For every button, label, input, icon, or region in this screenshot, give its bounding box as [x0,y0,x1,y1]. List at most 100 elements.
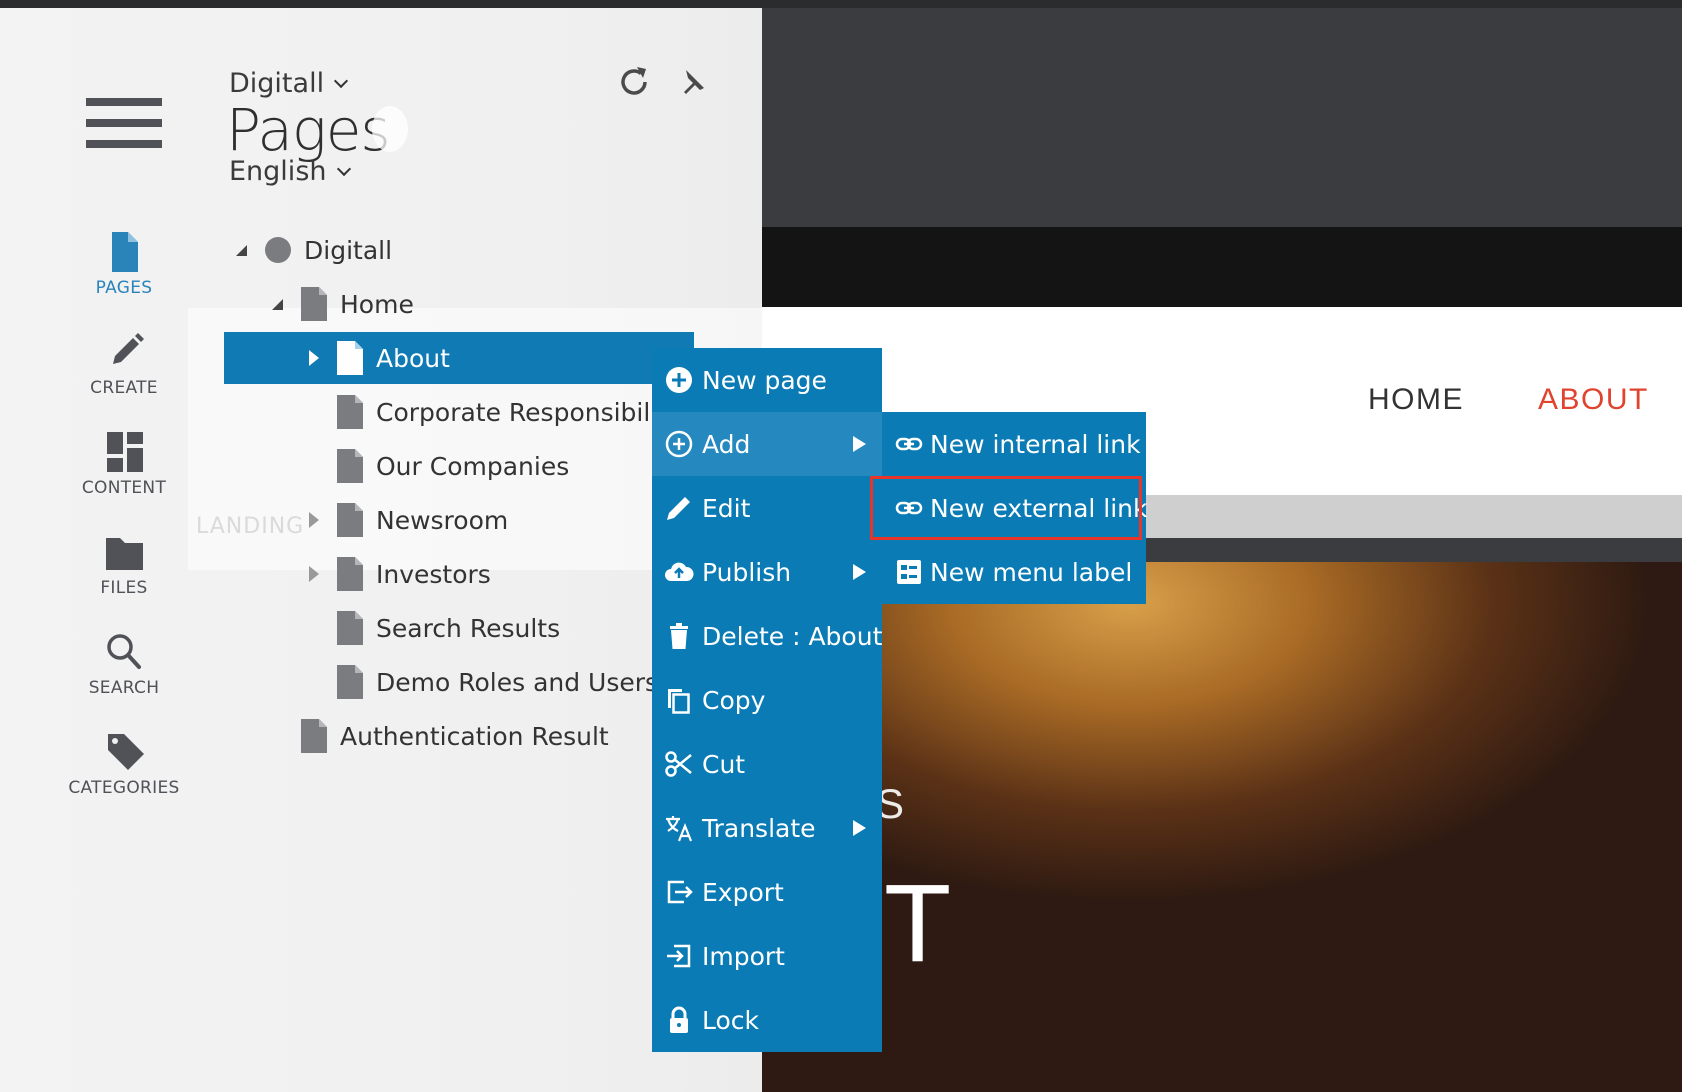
chevron-down-icon [336,161,351,177]
hamburger-menu-icon[interactable] [86,98,162,156]
sidebar-item-label: SEARCH [88,678,160,698]
page-icon [301,287,327,321]
link-icon [895,437,923,451]
tag-icon [108,734,144,770]
site-nav-home[interactable]: HOME [1368,383,1464,417]
trash-icon [670,623,688,649]
scissors-icon [665,751,692,777]
menu-label-icon [897,560,921,584]
menu-item-cut[interactable]: Cut [652,732,882,796]
page-icon [337,341,363,375]
tree-item-label: Authentication Result [340,721,609,751]
search-icon [107,634,141,669]
tree-item-label: Home [340,289,414,319]
submenu-item-new-menu-label[interactable]: New menu label [882,540,1146,604]
menu-item-translate[interactable]: Translate [652,796,882,860]
tree-item-authentication-result[interactable]: Authentication Result [300,710,609,762]
sidebar-item-create[interactable]: CREATE [40,330,208,398]
pencil-icon [113,333,144,364]
menu-item-import[interactable]: Import [652,924,882,988]
plus-circle-outline-icon [665,430,693,458]
tree-item-about[interactable]: About [224,332,694,384]
site-nav-about[interactable]: ABOUT [1538,383,1649,417]
page-icon [337,449,363,483]
refresh-icon[interactable] [616,64,652,100]
submenu-item-new-internal-link[interactable]: New internal link [882,412,1146,476]
sidebar-item-categories[interactable]: CATEGORIES [40,730,208,798]
menu-item-label: Export [702,877,784,907]
submenu-item-label: New internal link [930,429,1141,459]
submenu-arrow-icon [853,820,866,836]
tree-item-label: Newsroom [376,505,509,535]
menu-item-label: Lock [702,1005,760,1035]
tree-item-label: Investors [376,559,491,589]
menu-item-label: New page [702,365,827,395]
submenu-item-label: New menu label [930,557,1133,587]
export-icon [667,880,693,904]
menu-item-publish[interactable]: Publish [652,540,882,604]
sidebar-item-label: CREATE [90,378,158,398]
menu-item-label: Translate [702,813,816,843]
menu-item-new-page[interactable]: New page [652,348,882,412]
submenu-arrow-icon [853,436,866,452]
page-icon [337,611,363,645]
tree-item-label: Demo Roles and Users [376,667,659,697]
sidebar-item-label: FILES [100,578,148,598]
sidebar-item-pages[interactable]: PAGES [40,230,208,298]
menu-item-label: Delete : About [702,621,883,651]
submenu-item-label: New external link [930,493,1148,523]
menu-item-edit[interactable]: Edit [652,476,882,540]
tree-item-demo-roles-and-users[interactable]: Demo Roles and Users [336,656,658,708]
expand-toggle-icon[interactable] [232,240,252,260]
tree-item-corporate-responsibility[interactable]: Corporate Responsibility [336,386,682,438]
pin-icon[interactable] [672,66,708,102]
tree-item-search-results[interactable]: Search Results [336,602,560,654]
sidebar-item-files[interactable]: FILES [40,530,208,598]
landing-ghost-label: LANDING [196,514,305,539]
expand-toggle-icon[interactable] [304,348,324,368]
hero-title-fragment: T [884,862,952,985]
page-icon [301,719,327,753]
tree-item-home[interactable]: Home [268,278,414,330]
menu-item-label: Copy [702,685,766,715]
sidebar-item-search[interactable]: SEARCH [40,630,208,698]
menu-item-delete[interactable]: Delete : About [652,604,882,668]
add-submenu: New internal link New external link New … [870,412,1148,604]
cloud-upload-icon [665,562,694,581]
sidebar-item-label: CONTENT [81,478,167,498]
page-icon [337,557,363,591]
submenu-item-new-external-link[interactable]: New external link [870,476,1148,540]
expand-toggle-icon[interactable] [268,294,288,314]
tree-item-our-companies[interactable]: Our Companies [336,440,569,492]
link-icon [895,501,923,515]
tree-item-digitall[interactable]: Digitall [232,224,392,276]
menu-item-export[interactable]: Export [652,860,882,924]
site-switcher-label: Digitall [229,68,325,99]
menu-item-copy[interactable]: Copy [652,668,882,732]
menu-item-lock[interactable]: Lock [652,988,882,1052]
lock-icon [670,1006,688,1033]
page-icon [337,503,363,537]
chevron-down-icon [334,73,349,89]
page-title: Pages [226,96,391,164]
folder-icon [106,538,143,570]
sidebar-item-content[interactable]: CONTENT [40,430,208,498]
menu-item-label: Add [702,429,751,459]
tree-item-label: Search Results [376,613,561,643]
page-icon [337,395,363,429]
expand-toggle-icon[interactable] [304,564,324,584]
dashboard-icon [107,432,143,472]
expand-toggle-icon[interactable] [304,510,324,530]
tree-item-investors[interactable]: Investors [304,548,491,600]
language-switcher[interactable]: English [229,156,351,187]
pencil-icon [667,497,690,520]
tree-item-newsroom[interactable]: Newsroom [304,494,508,546]
menu-item-label: Import [702,941,785,971]
plus-circle-icon [666,367,692,393]
sidebar-item-label: CATEGORIES [68,778,180,798]
menu-item-label: Publish [702,557,792,587]
submenu-arrow-icon [853,564,866,580]
site-switcher[interactable]: Digitall [229,68,349,99]
language-switcher-label: English [229,156,327,187]
menu-item-add[interactable]: Add [652,412,882,476]
